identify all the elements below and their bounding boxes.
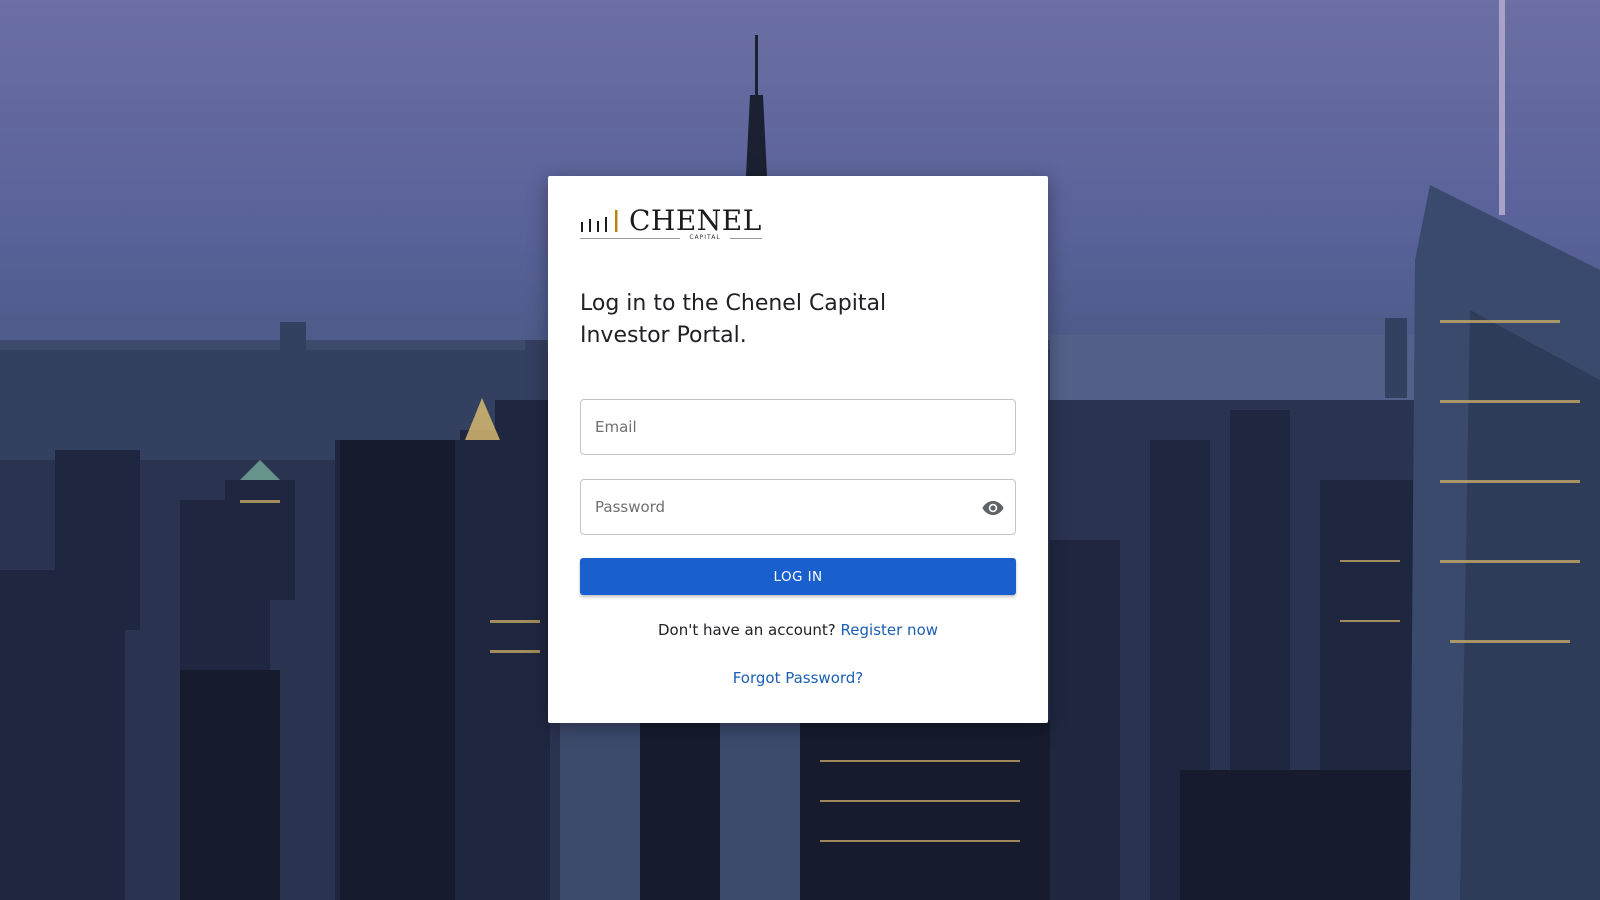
forgot-password-link[interactable]: Forgot Password? — [733, 669, 864, 687]
chenel-capital-logo: CHENEL CAPITAL — [580, 206, 762, 242]
logo-divider-left — [580, 238, 680, 239]
password-field[interactable] — [580, 479, 1016, 535]
email-field[interactable] — [580, 399, 1016, 455]
logo-divider-right — [730, 238, 762, 239]
show-password-eye-icon[interactable] — [981, 496, 1005, 520]
logo-wordmark: CHENEL — [629, 204, 762, 237]
logo-subtitle: CAPITAL — [689, 234, 721, 241]
register-link[interactable]: Register now — [841, 621, 938, 639]
email-input[interactable] — [581, 400, 1015, 454]
password-input[interactable] — [581, 480, 1015, 534]
login-card: CHENEL CAPITAL Log in to the Chenel Capi… — [548, 176, 1048, 723]
no-account-text: Don't have an account? — [657, 621, 836, 639]
logo-bars-icon — [581, 210, 618, 232]
register-row: Don't have an account? Register now — [548, 620, 1048, 640]
forgot-row: Forgot Password? — [548, 668, 1048, 688]
login-button[interactable]: LOG IN — [580, 558, 1016, 595]
logo-subtitle-row: CAPITAL — [580, 234, 762, 244]
login-heading: Log in to the Chenel Capital Investor Po… — [580, 291, 887, 348]
